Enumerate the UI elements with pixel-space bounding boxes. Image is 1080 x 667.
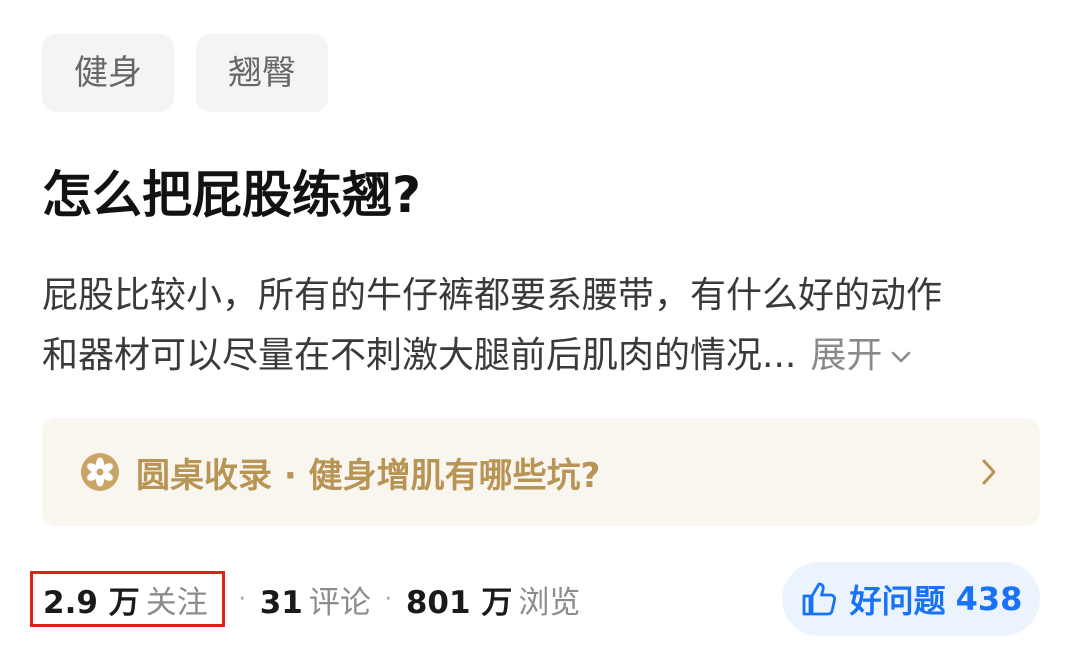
roundtable-icon	[80, 452, 120, 492]
views-label: 浏览	[518, 584, 581, 621]
followers-count: 2.9 万	[43, 584, 140, 621]
excerpt-line: 屁股比较小，所有的牛仔裤都要系腰带，有什么好的动作	[42, 275, 943, 316]
views-count: 801 万	[405, 584, 513, 621]
question-title: 怎么把屁股练翘?	[42, 166, 422, 224]
followers-label: 关注	[145, 584, 208, 621]
excerpt-line-2: 和器材可以尽量在不刺激大腿前后肌肉的情况... 展开	[42, 326, 1042, 386]
separator-dot: ·	[238, 586, 246, 612]
collection-text: 圆桌收录 · 健身增肌有哪些坑?	[136, 455, 601, 496]
excerpt-line: 和器材可以尽量在不刺激大腿前后肌肉的情况...	[42, 335, 797, 376]
topic-tag[interactable]: 翘臀	[196, 34, 328, 112]
topic-tag[interactable]: 健身	[42, 34, 174, 112]
separator-dot: ·	[384, 586, 392, 612]
good-question-label: 好问题	[849, 582, 946, 620]
comments-stat[interactable]: 31 评论	[260, 577, 371, 622]
chevron-down-icon	[892, 351, 911, 363]
topic-tags: 健身 翘臀	[42, 34, 328, 112]
question-stats: 2.9 万关注 · 31 评论 · 801 万浏览	[30, 568, 580, 630]
followers-stat-highlight[interactable]: 2.9 万关注	[30, 571, 225, 627]
roundtable-collection-banner[interactable]: 圆桌收录 · 健身增肌有哪些坑?	[42, 418, 1040, 526]
good-question-button[interactable]: 好问题 438	[782, 562, 1040, 636]
thumbs-up-icon	[800, 580, 838, 618]
expand-label: 展开	[810, 335, 883, 376]
chevron-right-icon	[976, 457, 1002, 487]
comments-count: 31	[259, 584, 303, 621]
expand-button[interactable]: 展开	[810, 335, 914, 376]
views-stat: 801 万浏览	[406, 577, 581, 622]
question-excerpt[interactable]: 屁股比较小，所有的牛仔裤都要系腰带，有什么好的动作 和器材可以尽量在不刺激大腿前…	[42, 266, 1042, 386]
comments-label: 评论	[308, 584, 371, 621]
good-question-count: 438	[955, 580, 1023, 618]
